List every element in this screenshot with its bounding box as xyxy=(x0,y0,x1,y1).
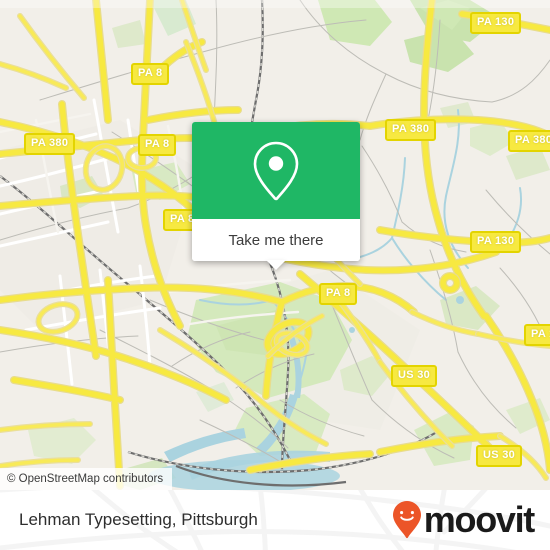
popup-header xyxy=(192,122,360,219)
moovit-pin-icon xyxy=(392,501,421,539)
road-shield: PA 1 xyxy=(524,324,550,346)
road-shield: PA 380 xyxy=(24,133,76,155)
footer-bar: Lehman Typesetting, Pittsburgh moovit xyxy=(0,490,550,550)
road-shield: PA 130 xyxy=(470,231,522,253)
road-shield: PA 380 xyxy=(508,130,550,152)
moovit-wordmark: moovit xyxy=(423,499,536,540)
map-canvas[interactable]: .park { fill:#cfe8b4; } .park2 { fill:#d… xyxy=(0,0,550,490)
take-me-there-label: Take me there xyxy=(228,231,324,249)
road-shield: PA 8 xyxy=(319,283,358,305)
moovit-map-screen: .park { fill:#cfe8b4; } .park2 { fill:#d… xyxy=(0,0,550,550)
popup-pointer-tail xyxy=(266,260,286,270)
road-shield: PA 380 xyxy=(385,119,437,141)
road-shield: US 30 xyxy=(391,365,438,387)
attribution-text: © OpenStreetMap contributors xyxy=(7,473,164,485)
moovit-logo[interactable]: moovit xyxy=(392,499,536,540)
road-shield: PA 8 xyxy=(138,134,177,156)
road-shield: PA 130 xyxy=(470,12,522,34)
map-pin-icon xyxy=(253,141,299,200)
place-title: Lehman Typesetting, Pittsburgh xyxy=(19,510,258,529)
road-shield: US 30 xyxy=(476,445,523,467)
popup-action-row[interactable]: Take me there xyxy=(192,219,360,270)
map-attribution[interactable]: © OpenStreetMap contributors xyxy=(0,468,173,490)
road-shield: PA 8 xyxy=(131,63,170,85)
location-popup-card[interactable]: Take me there xyxy=(192,122,360,270)
